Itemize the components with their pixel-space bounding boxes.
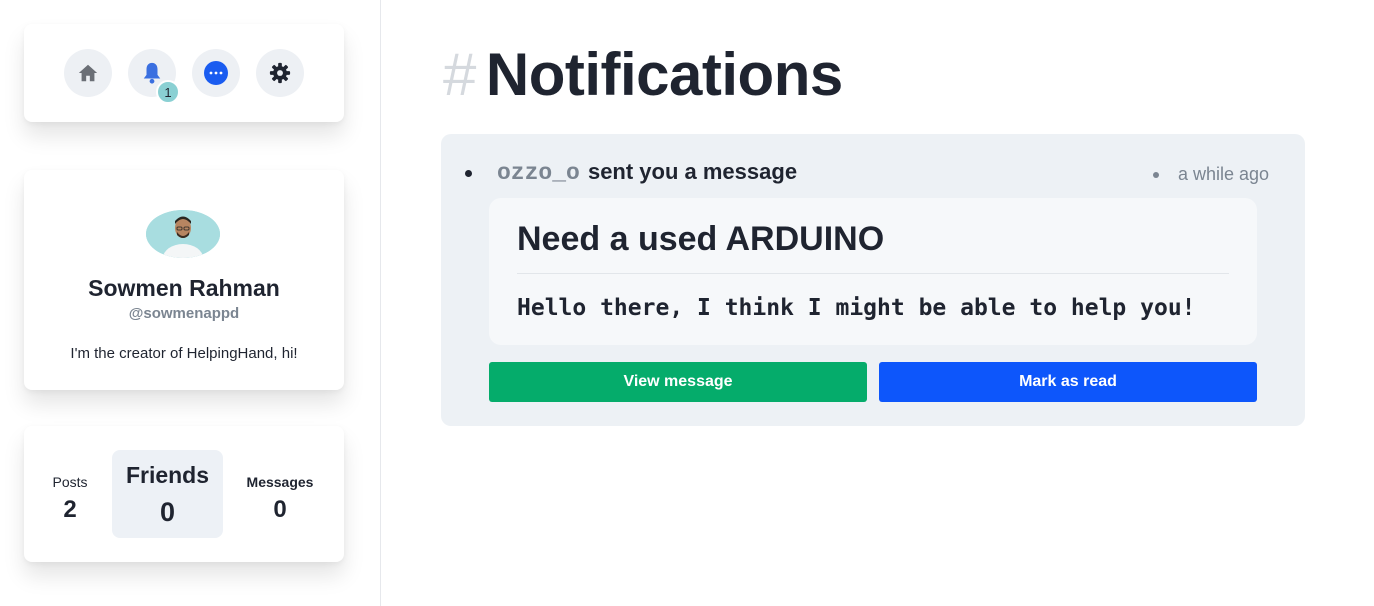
- stat-posts-label: Posts: [52, 474, 88, 490]
- notification-header: ozzo_o sent you a message: [497, 159, 797, 186]
- message-body: Hello there, I think I might be able to …: [517, 295, 1196, 321]
- settings-button[interactable]: [256, 49, 304, 97]
- stat-posts[interactable]: Posts 2: [42, 450, 98, 538]
- messages-button[interactable]: [192, 49, 240, 97]
- avatar[interactable]: [146, 210, 220, 258]
- stat-friends-label: Friends: [125, 462, 210, 488]
- notification-item: ozzo_o sent you a message a while ago Ne…: [441, 134, 1305, 426]
- page-title: # Notifications: [443, 40, 843, 109]
- notification-badge: 1: [156, 80, 180, 104]
- stat-friends[interactable]: Friends 0: [112, 450, 223, 538]
- stat-messages[interactable]: Messages 0: [238, 450, 322, 538]
- page-title-text: Notifications: [485, 41, 843, 108]
- gear-icon: [269, 62, 291, 84]
- message-preview: Need a used ARDUINO Hello there, I think…: [489, 198, 1257, 345]
- notification-time: a while ago: [1178, 164, 1270, 184]
- divider: [517, 273, 1229, 274]
- mark-as-read-button[interactable]: Mark as read: [879, 362, 1257, 402]
- notification-action: sent you a message: [587, 159, 798, 184]
- view-message-button[interactable]: View message: [489, 362, 867, 402]
- profile-card: Sowmen Rahman @sowmenappd I'm the creato…: [24, 170, 344, 390]
- bullet: [1153, 172, 1159, 178]
- bullet: [465, 170, 472, 177]
- sidebar: 1 Sowmen Rahman @sowmenappd I'm the crea…: [0, 0, 381, 606]
- bell-icon: [143, 62, 161, 84]
- message-subject: Need a used ARDUINO: [517, 220, 885, 258]
- stat-messages-label: Messages: [246, 474, 314, 490]
- hash-symbol: #: [443, 41, 476, 108]
- profile-bio: I'm the creator of HelpingHand, hi!: [70, 345, 298, 362]
- notifications-button[interactable]: 1: [128, 49, 180, 104]
- home-button[interactable]: [64, 49, 112, 97]
- stat-messages-value: 0: [273, 496, 287, 523]
- stat-friends-value: 0: [159, 497, 176, 527]
- stat-posts-value: 2: [63, 496, 77, 523]
- nav-card: 1: [24, 24, 344, 122]
- profile-name: Sowmen Rahman: [88, 275, 280, 301]
- sender-username[interactable]: ozzo_o: [497, 160, 580, 186]
- stats-card: Posts 2 Friends 0 Messages 0: [24, 426, 344, 562]
- chat-bubble-icon: [204, 61, 228, 85]
- home-icon: [78, 64, 98, 82]
- profile-handle: @sowmenappd: [128, 305, 240, 322]
